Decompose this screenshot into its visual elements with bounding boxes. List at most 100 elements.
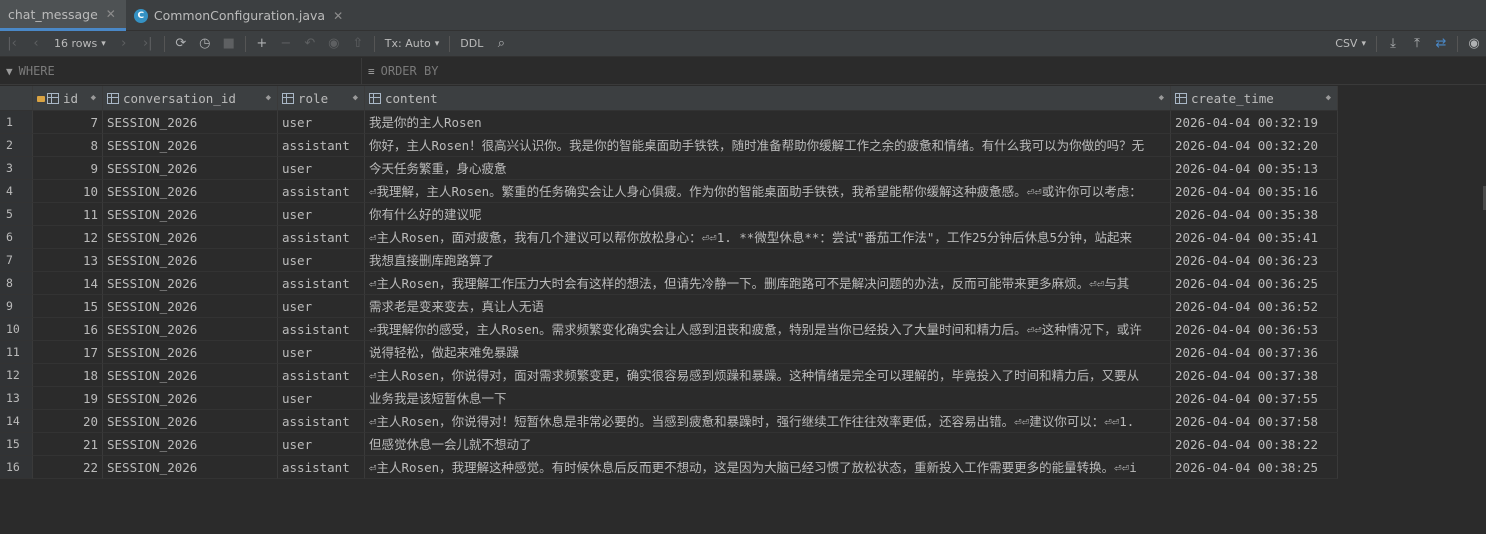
cell-id[interactable]: 11 [33, 203, 103, 226]
cell-role[interactable]: assistant [278, 318, 365, 341]
cell-content[interactable]: 说得轻松，做起来难免暴躁 [365, 341, 1171, 364]
cell-role[interactable]: assistant [278, 226, 365, 249]
cell-conversation-id[interactable]: SESSION_2026 [103, 410, 278, 433]
cell-create-time[interactable]: 2026-04-04 00:35:41 [1171, 226, 1338, 249]
upload-icon[interactable]: ⤒ [1405, 33, 1429, 55]
cell-id[interactable]: 18 [33, 364, 103, 387]
column-header-id[interactable]: id ◆ [33, 86, 103, 111]
column-header-create-time[interactable]: create_time ◆ [1171, 86, 1338, 111]
cell-create-time[interactable]: 2026-04-04 00:35:13 [1171, 157, 1338, 180]
cell-conversation-id[interactable]: SESSION_2026 [103, 318, 278, 341]
rows-count-dropdown[interactable]: 16 rows ▾ [48, 37, 112, 50]
cell-role[interactable]: user [278, 249, 365, 272]
cell-create-time[interactable]: 2026-04-04 00:36:52 [1171, 295, 1338, 318]
cell-create-time[interactable]: 2026-04-04 00:36:23 [1171, 249, 1338, 272]
cell-conversation-id[interactable]: SESSION_2026 [103, 157, 278, 180]
cell-content[interactable]: 你好，主人Rosen！很高兴认识你。我是你的智能桌面助手铁铁，随时准备帮助你缓解… [365, 134, 1171, 157]
cell-content[interactable]: ⏎主人Rosen，我理解这种感觉。有时候休息后反而更不想动，这是因为大脑已经习惯… [365, 456, 1171, 479]
cell-id[interactable]: 17 [33, 341, 103, 364]
cell-role[interactable]: assistant [278, 410, 365, 433]
cell-role[interactable]: assistant [278, 364, 365, 387]
table-row[interactable]: 16 22 SESSION_2026 assistant ⏎主人Rosen，我理解这种感… [0, 456, 1338, 479]
order-by-field[interactable]: ≡ ORDER BY [362, 58, 438, 85]
tab-common-configuration[interactable]: C CommonConfiguration.java ✕ [126, 0, 353, 31]
stop-icon[interactable]: ■ [217, 33, 241, 55]
cell-content[interactable]: 我是你的主人Rosen [365, 111, 1171, 134]
table-row[interactable]: 4 10 SESSION_2026 assistant ⏎我理解，主人Rosen。繁重的… [0, 180, 1338, 203]
cell-role[interactable]: user [278, 203, 365, 226]
cell-id[interactable]: 19 [33, 387, 103, 410]
table-row[interactable]: 12 18 SESSION_2026 assistant ⏎主人Rosen，你说得对，面… [0, 364, 1338, 387]
cell-create-time[interactable]: 2026-04-04 00:35:38 [1171, 203, 1338, 226]
cell-role[interactable]: assistant [278, 134, 365, 157]
cell-id[interactable]: 13 [33, 249, 103, 272]
cell-conversation-id[interactable]: SESSION_2026 [103, 272, 278, 295]
cell-content[interactable]: ⏎我理解你的感受，主人Rosen。需求频繁变化确实会让人感到沮丧和疲惫，特别是当… [365, 318, 1171, 341]
cell-id[interactable]: 8 [33, 134, 103, 157]
cell-id[interactable]: 15 [33, 295, 103, 318]
table-row[interactable]: 1 7 SESSION_2026 user 我是你的主人Rosen 2026-04-04 … [0, 111, 1338, 134]
close-icon[interactable]: ✕ [333, 9, 343, 23]
cell-conversation-id[interactable]: SESSION_2026 [103, 249, 278, 272]
cell-create-time[interactable]: 2026-04-04 00:37:58 [1171, 410, 1338, 433]
cell-id[interactable]: 9 [33, 157, 103, 180]
cell-create-time[interactable]: 2026-04-04 00:38:22 [1171, 433, 1338, 456]
cell-create-time[interactable]: 2026-04-04 00:37:55 [1171, 387, 1338, 410]
transaction-mode-dropdown[interactable]: Tx: Auto ▾ [379, 37, 446, 50]
close-icon[interactable]: ✕ [106, 7, 116, 21]
cell-content[interactable]: 需求老是变来变去，真让人无语 [365, 295, 1171, 318]
cell-content[interactable]: ⏎主人Rosen，你说得对！短暂休息是非常必要的。当感到疲惫和暴躁时，强行继续工… [365, 410, 1171, 433]
cell-role[interactable]: user [278, 295, 365, 318]
table-row[interactable]: 8 14 SESSION_2026 assistant ⏎主人Rosen，我理解工作压力… [0, 272, 1338, 295]
table-row[interactable]: 5 11 SESSION_2026 user 你有什么好的建议呢 2026-04-04 0… [0, 203, 1338, 226]
submit-icon[interactable]: ⇧ [346, 33, 370, 55]
column-header-conversation-id[interactable]: conversation_id ◆ [103, 86, 278, 111]
cell-role[interactable]: assistant [278, 272, 365, 295]
cell-content[interactable]: 业务我是该短暂休息一下 [365, 387, 1171, 410]
cell-create-time[interactable]: 2026-04-04 00:38:25 [1171, 456, 1338, 479]
cell-content[interactable]: 但感觉休息一会儿就不想动了 [365, 433, 1171, 456]
cell-conversation-id[interactable]: SESSION_2026 [103, 134, 278, 157]
cell-create-time[interactable]: 2026-04-04 00:37:38 [1171, 364, 1338, 387]
sort-arrows-icon[interactable]: ◆ [1159, 86, 1164, 110]
previous-page-icon[interactable]: ‹ [24, 33, 48, 55]
cell-create-time[interactable]: 2026-04-04 00:35:16 [1171, 180, 1338, 203]
table-row[interactable]: 3 9 SESSION_2026 user 今天任务繁重，身心疲惫 2026-04-04 … [0, 157, 1338, 180]
cell-conversation-id[interactable]: SESSION_2026 [103, 364, 278, 387]
reload-icon[interactable]: ⟳ [169, 33, 193, 55]
cell-id[interactable]: 22 [33, 456, 103, 479]
export-format-dropdown[interactable]: CSV ▾ [1329, 37, 1372, 50]
cell-role[interactable]: user [278, 341, 365, 364]
cell-content[interactable]: 你有什么好的建议呢 [365, 203, 1171, 226]
table-row[interactable]: 11 17 SESSION_2026 user 说得轻松，做起来难免暴躁 2026-04-… [0, 341, 1338, 364]
cell-conversation-id[interactable]: SESSION_2026 [103, 111, 278, 134]
ddl-button[interactable]: DDL [454, 37, 489, 50]
cell-create-time[interactable]: 2026-04-04 00:36:53 [1171, 318, 1338, 341]
view-options-icon[interactable]: ◉ [1462, 33, 1486, 55]
table-row[interactable]: 15 21 SESSION_2026 user 但感觉休息一会儿就不想动了 2026-04… [0, 433, 1338, 456]
compare-icon[interactable]: ⇄ [1429, 33, 1453, 55]
cell-content[interactable]: ⏎主人Rosen，我理解工作压力大时会有这样的想法，但请先冷静一下。删库跑路可不… [365, 272, 1171, 295]
table-row[interactable]: 6 12 SESSION_2026 assistant ⏎主人Rosen，面对疲惫，我有… [0, 226, 1338, 249]
table-row[interactable]: 13 19 SESSION_2026 user 业务我是该短暂休息一下 2026-04-0… [0, 387, 1338, 410]
table-row[interactable]: 7 13 SESSION_2026 user 我想直接删库跑路算了 2026-04-04 … [0, 249, 1338, 272]
last-page-icon[interactable]: ›| [136, 33, 160, 55]
sort-arrows-icon[interactable]: ◆ [1326, 86, 1331, 110]
download-icon[interactable]: ⤓ [1381, 33, 1405, 55]
cell-id[interactable]: 21 [33, 433, 103, 456]
query-history-icon[interactable]: ◷ [193, 33, 217, 55]
add-row-icon[interactable]: + [250, 33, 274, 55]
cell-create-time[interactable]: 2026-04-04 00:37:36 [1171, 341, 1338, 364]
cell-content[interactable]: ⏎我理解，主人Rosen。繁重的任务确实会让人身心俱疲。作为你的智能桌面助手铁铁… [365, 180, 1171, 203]
cell-create-time[interactable]: 2026-04-04 00:32:19 [1171, 111, 1338, 134]
cell-conversation-id[interactable]: SESSION_2026 [103, 433, 278, 456]
cell-id[interactable]: 10 [33, 180, 103, 203]
where-filter-field[interactable]: ▼ WHERE [0, 57, 362, 85]
tab-chat-message[interactable]: chat_message ✕ [0, 0, 126, 100]
cell-conversation-id[interactable]: SESSION_2026 [103, 295, 278, 318]
cell-conversation-id[interactable]: SESSION_2026 [103, 226, 278, 249]
sort-arrows-icon[interactable]: ◆ [91, 86, 96, 110]
next-page-icon[interactable]: › [112, 33, 136, 55]
table-row[interactable]: 14 20 SESSION_2026 assistant ⏎主人Rosen，你说得对！短… [0, 410, 1338, 433]
cell-content[interactable]: 今天任务繁重，身心疲惫 [365, 157, 1171, 180]
